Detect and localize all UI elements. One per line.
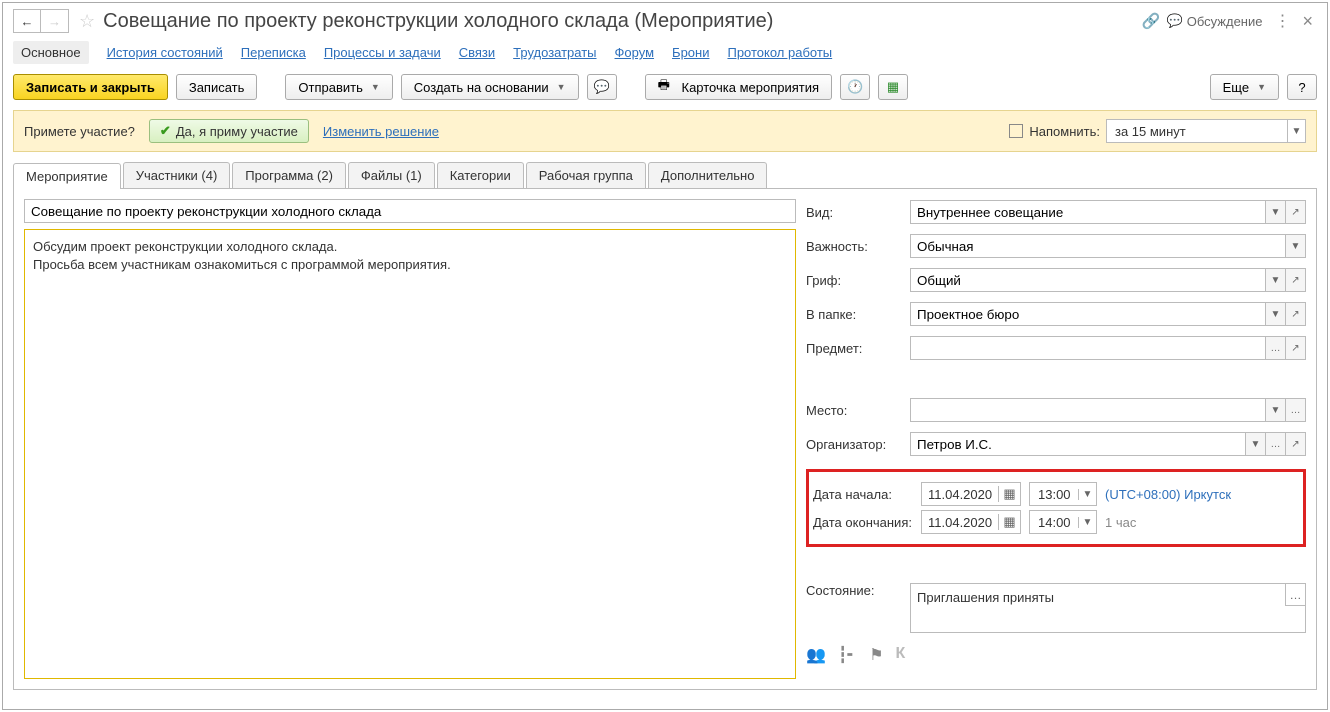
importance-drop[interactable]: ▼ [1286, 234, 1306, 258]
favorite-star-icon[interactable]: ☆ [79, 11, 95, 32]
folder-open[interactable]: ↗ [1286, 302, 1306, 326]
nav-links[interactable]: Связи [459, 45, 495, 60]
remind-combo[interactable]: за 15 минут ▼ [1106, 119, 1306, 143]
folder-drop[interactable]: ▼ [1266, 302, 1286, 326]
calendar-add-button[interactable]: ▦ [878, 74, 908, 100]
save-close-button[interactable]: Записать и закрыть [13, 74, 168, 100]
state-label: Состояние: [806, 583, 906, 598]
subject-input[interactable] [24, 199, 796, 223]
help-button[interactable]: ? [1287, 74, 1317, 100]
remind-label: Напомнить: [1029, 124, 1100, 139]
kind-open[interactable]: ↗ [1286, 200, 1306, 224]
check-icon: ✔ [160, 123, 171, 139]
window-title: Совещание по проекту реконструкции холод… [103, 10, 1132, 33]
close-icon[interactable]: × [1302, 11, 1313, 32]
timezone-link[interactable]: (UTC+08:00) Иркутск [1105, 487, 1231, 502]
chat-icon: 💬 [1167, 13, 1183, 29]
grif-drop[interactable]: ▼ [1266, 268, 1286, 292]
state-text[interactable]: Приглашения приняты … [910, 583, 1306, 633]
end-date-input[interactable]: 11.04.2020 ▦ [921, 510, 1021, 534]
chevron-down-icon[interactable]: ▼ [1078, 517, 1096, 528]
create-based-button[interactable]: Создать на основании▼ [401, 74, 579, 100]
clock-button[interactable]: 🕐 [840, 74, 870, 100]
clock-icon: 🕐 [847, 79, 863, 95]
importance-label: Важность: [806, 239, 906, 254]
change-decision-link[interactable]: Изменить решение [323, 124, 439, 139]
kind-drop[interactable]: ▼ [1266, 200, 1286, 224]
subjectf-label: Предмет: [806, 341, 906, 356]
chevron-down-icon[interactable]: ▼ [1078, 489, 1096, 500]
organizer-open[interactable]: ↗ [1286, 432, 1306, 456]
organizer-dots[interactable]: … [1266, 432, 1286, 456]
k-icon[interactable]: К [896, 645, 906, 665]
tab-categories[interactable]: Категории [437, 162, 524, 188]
nav-forum[interactable]: Форум [615, 45, 655, 60]
nav-correspondence[interactable]: Переписка [241, 45, 306, 60]
start-date-input[interactable]: 11.04.2020 ▦ [921, 482, 1021, 506]
tab-files[interactable]: Файлы (1) [348, 162, 435, 188]
grif-label: Гриф: [806, 273, 906, 288]
print-icon: 🖶 [658, 76, 670, 98]
users-icon[interactable]: 👥 [806, 645, 826, 665]
folder-label: В папке: [806, 307, 906, 322]
save-button[interactable]: Записать [176, 74, 258, 100]
chat-button[interactable]: 💬 [587, 74, 617, 100]
nav-processes[interactable]: Процессы и задачи [324, 45, 441, 60]
tab-workgroup[interactable]: Рабочая группа [526, 162, 646, 188]
place-drop[interactable]: ▼ [1266, 398, 1286, 422]
nav-main[interactable]: Основное [13, 41, 89, 64]
nav-protocol[interactable]: Протокол работы [727, 45, 832, 60]
link-icon[interactable]: 🔗 [1142, 12, 1161, 30]
organizer-input[interactable] [910, 432, 1246, 456]
date-block-highlight: Дата начала: 11.04.2020 ▦ 13:00 ▼ (UTC+0… [806, 469, 1306, 547]
subjectf-open[interactable]: ↗ [1286, 336, 1306, 360]
calendar-plus-icon: ▦ [887, 79, 899, 95]
comment-icon: 💬 [594, 79, 610, 95]
participation-question: Примете участие? [24, 124, 135, 139]
description-area[interactable]: Обсудим проект реконструкции холодного с… [24, 229, 796, 679]
place-label: Место: [806, 403, 906, 418]
start-time-input[interactable]: 13:00 ▼ [1029, 482, 1097, 506]
kind-label: Вид: [806, 205, 906, 220]
organizer-drop[interactable]: ▼ [1246, 432, 1266, 456]
end-time-input[interactable]: 14:00 ▼ [1029, 510, 1097, 534]
subjectf-dots[interactable]: … [1266, 336, 1286, 360]
tab-participants[interactable]: Участники (4) [123, 162, 231, 188]
more-menu-icon[interactable]: ⋮ [1274, 11, 1290, 31]
nav-history[interactable]: История состояний [107, 45, 223, 60]
end-label: Дата окончания: [813, 515, 913, 530]
subjectf-input[interactable] [910, 336, 1266, 360]
importance-input[interactable] [910, 234, 1286, 258]
grif-open[interactable]: ↗ [1286, 268, 1306, 292]
send-button[interactable]: Отправить▼ [285, 74, 392, 100]
duration-text: 1 час [1105, 515, 1136, 530]
grif-input[interactable] [910, 268, 1266, 292]
discussion-link[interactable]: 💬 Обсуждение [1167, 13, 1263, 29]
calendar-icon[interactable]: ▦ [998, 514, 1020, 530]
tree-icon[interactable]: ┇╸ [838, 645, 857, 665]
remind-checkbox[interactable] [1009, 124, 1023, 138]
back-button[interactable]: ← [13, 9, 41, 33]
nav-booking[interactable]: Брони [672, 45, 709, 60]
forward-button[interactable]: → [41, 9, 69, 33]
more-button[interactable]: Еще▼ [1210, 74, 1279, 100]
flags-icon[interactable]: ⚑ [869, 645, 883, 665]
tab-program[interactable]: Программа (2) [232, 162, 346, 188]
start-label: Дата начала: [813, 487, 913, 502]
calendar-icon[interactable]: ▦ [998, 486, 1020, 502]
tab-event[interactable]: Мероприятие [13, 163, 121, 189]
place-input[interactable] [910, 398, 1266, 422]
state-dots-button[interactable]: … [1285, 584, 1305, 606]
place-dots[interactable]: … [1286, 398, 1306, 422]
nav-labor[interactable]: Трудозатраты [513, 45, 596, 60]
kind-input[interactable] [910, 200, 1266, 224]
chevron-down-icon[interactable]: ▼ [1287, 120, 1305, 142]
accept-participation-button[interactable]: ✔ Да, я приму участие [149, 119, 309, 143]
event-card-button[interactable]: 🖶 Карточка мероприятия [645, 74, 832, 100]
organizer-label: Организатор: [806, 437, 906, 452]
tab-additional[interactable]: Дополнительно [648, 162, 768, 188]
folder-input[interactable] [910, 302, 1266, 326]
